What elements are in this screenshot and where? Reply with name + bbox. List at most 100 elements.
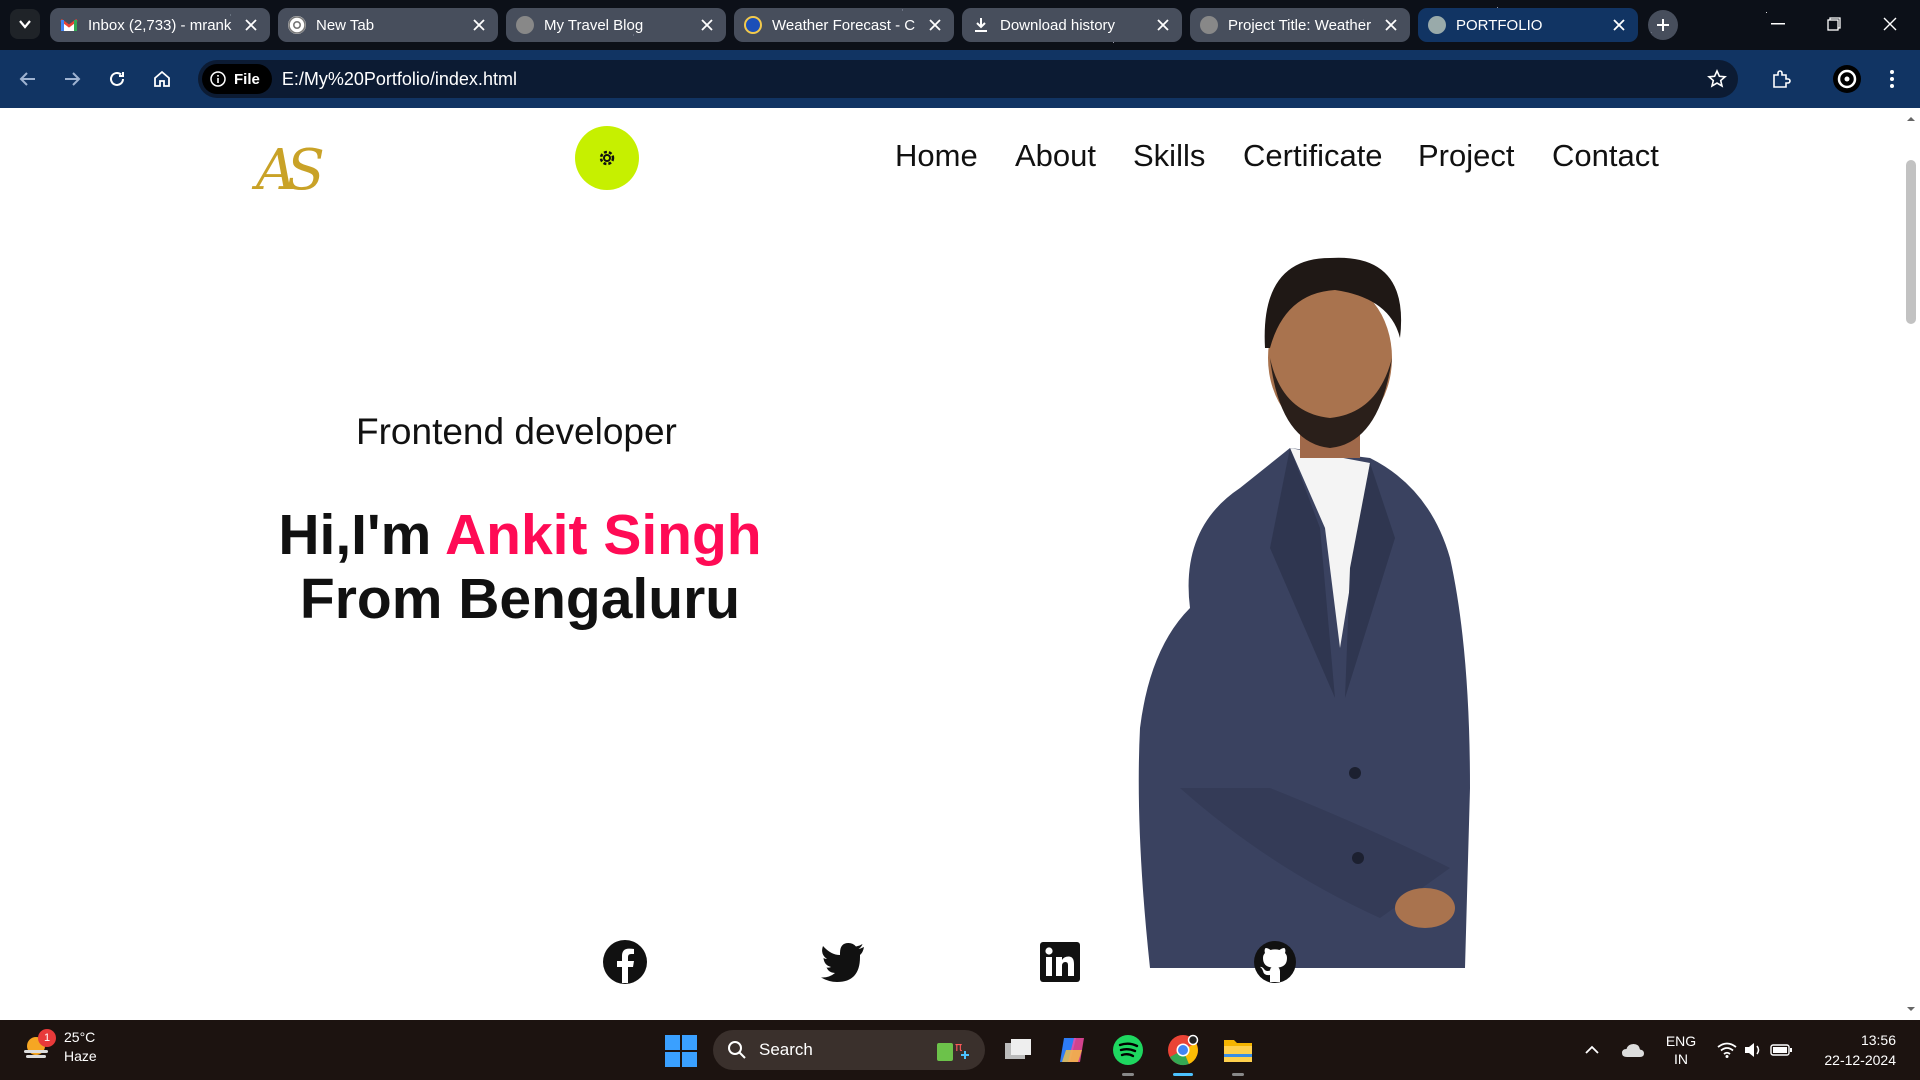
wifi-status[interactable] [1716, 1020, 1738, 1080]
close-icon[interactable] [1382, 16, 1400, 34]
globe-icon [1428, 16, 1446, 34]
close-icon[interactable] [698, 16, 716, 34]
nav-contact[interactable]: Contact [1552, 138, 1659, 174]
onedrive-button[interactable] [1618, 1020, 1648, 1080]
tab-strip: Inbox (2,733) - mrank New Tab My Travel … [0, 0, 1920, 50]
github-link[interactable] [1251, 938, 1299, 986]
tab-new-tab[interactable]: New Tab [278, 8, 498, 42]
nav-about[interactable]: About [1015, 138, 1096, 174]
weather-app-icon [744, 16, 762, 34]
star-icon [1707, 69, 1727, 88]
speaker-icon [1745, 1043, 1760, 1057]
scrollbar-thumb[interactable] [1906, 160, 1916, 324]
copilot-button[interactable] [1054, 1032, 1090, 1068]
scroll-down-icon[interactable] [1906, 1004, 1916, 1014]
battery-icon [1770, 1044, 1792, 1056]
spotify-button[interactable] [1110, 1032, 1146, 1076]
tab-travel-blog[interactable]: My Travel Blog [506, 8, 726, 42]
running-indicator [1232, 1073, 1244, 1076]
gmail-icon [60, 16, 78, 34]
tab-project-title[interactable]: Project Title: Weather [1190, 8, 1410, 42]
tab-title: Weather Forecast - C [772, 16, 916, 34]
battery-status[interactable] [1768, 1020, 1794, 1080]
nav-home[interactable]: Home [895, 138, 978, 174]
chrome-taskbar-button[interactable] [1165, 1032, 1201, 1076]
forward-button[interactable] [56, 63, 88, 95]
nav-project[interactable]: Project [1418, 138, 1514, 174]
task-view-button[interactable] [1000, 1032, 1036, 1068]
nav-skills[interactable]: Skills [1133, 138, 1205, 174]
show-hidden-icons-button[interactable] [1580, 1020, 1604, 1080]
file-explorer-button[interactable] [1220, 1032, 1256, 1076]
arrow-right-icon [65, 72, 81, 86]
active-indicator [1173, 1073, 1193, 1076]
task-view-icon [1005, 1039, 1031, 1059]
close-icon[interactable] [242, 16, 260, 34]
nav-certificate[interactable]: Certificate [1243, 138, 1383, 174]
close-window-button[interactable] [1870, 8, 1910, 40]
reload-button[interactable] [101, 63, 133, 95]
chrome-icon [288, 16, 306, 34]
search-icon [728, 1041, 746, 1059]
reload-icon [110, 71, 124, 86]
taskbar-search[interactable]: Search π [713, 1030, 985, 1070]
weather-widget[interactable]: 1 25°C Haze [22, 1028, 97, 1066]
restore-button[interactable] [1814, 8, 1854, 40]
running-indicator [1122, 1073, 1134, 1076]
tab-title: My Travel Blog [544, 16, 644, 34]
search-label: Search [759, 1040, 813, 1059]
hero-heading: Hi,I'm Ankit Singh From Bengaluru [200, 503, 840, 631]
region-code: IN [1674, 1051, 1688, 1067]
profile-button[interactable] [1831, 63, 1863, 95]
linkedin-link[interactable] [1036, 938, 1084, 986]
extensions-button[interactable] [1765, 63, 1797, 95]
facebook-link[interactable] [601, 938, 649, 986]
portfolio-page: AS Home About Skills Certificate Project… [0, 108, 1902, 1020]
twitter-link[interactable] [819, 938, 867, 986]
hero-greeting: Hi,I'm [278, 503, 445, 567]
menu-button[interactable] [1876, 63, 1908, 95]
restore-icon [1827, 17, 1841, 31]
volume-status[interactable] [1742, 1020, 1764, 1080]
minimize-button[interactable] [1758, 8, 1798, 40]
system-clock[interactable]: 13:56 22-12-2024 [1824, 1030, 1896, 1070]
tab-weather-forecast[interactable]: Weather Forecast - C [734, 8, 954, 42]
back-button[interactable] [12, 63, 44, 95]
tab-search-button[interactable] [10, 9, 40, 39]
bookmark-button[interactable] [1701, 63, 1733, 95]
close-icon[interactable] [1610, 16, 1628, 34]
folder-icon [1224, 1040, 1252, 1062]
site-logo[interactable]: AS [256, 138, 325, 203]
weather-condition: Haze [64, 1048, 97, 1064]
spotify-icon [1113, 1035, 1143, 1065]
new-tab-button[interactable] [1648, 10, 1678, 40]
tab-title: New Tab [316, 16, 375, 34]
profile-avatar-icon [1833, 65, 1861, 93]
close-icon[interactable] [470, 16, 488, 34]
windows-logo-pane [665, 1052, 680, 1067]
close-icon[interactable] [926, 16, 944, 34]
home-button[interactable] [146, 63, 178, 95]
close-icon[interactable] [1154, 16, 1172, 34]
gear-icon [599, 150, 615, 166]
home-icon [154, 70, 170, 87]
tab-download-history[interactable]: Download history [962, 8, 1182, 42]
windows-logo-icon [665, 1035, 680, 1050]
notification-badge: 1 [38, 1029, 56, 1047]
language-code: ENG [1665, 1033, 1697, 1049]
language-indicator[interactable]: ENG IN [1660, 1020, 1702, 1080]
start-button[interactable] [665, 1035, 697, 1067]
windows-logo-pane [682, 1035, 697, 1050]
download-icon [972, 16, 990, 34]
site-info-chip[interactable]: File [202, 64, 272, 94]
theme-toggle-button[interactable] [575, 126, 639, 190]
scroll-up-icon[interactable] [1906, 114, 1916, 124]
twitter-icon [821, 943, 864, 982]
address-bar[interactable]: File E:/My%20Portfolio/index.html [198, 60, 1738, 98]
url-text: E:/My%20Portfolio/index.html [281, 68, 517, 89]
tab-portfolio[interactable]: PORTFOLIO [1418, 8, 1638, 42]
tab-inbox[interactable]: Inbox (2,733) - mrank [50, 8, 270, 42]
globe-icon [516, 16, 534, 34]
haze-weather-icon: 1 [22, 1029, 56, 1062]
page-scrollbar[interactable] [1902, 108, 1920, 1020]
